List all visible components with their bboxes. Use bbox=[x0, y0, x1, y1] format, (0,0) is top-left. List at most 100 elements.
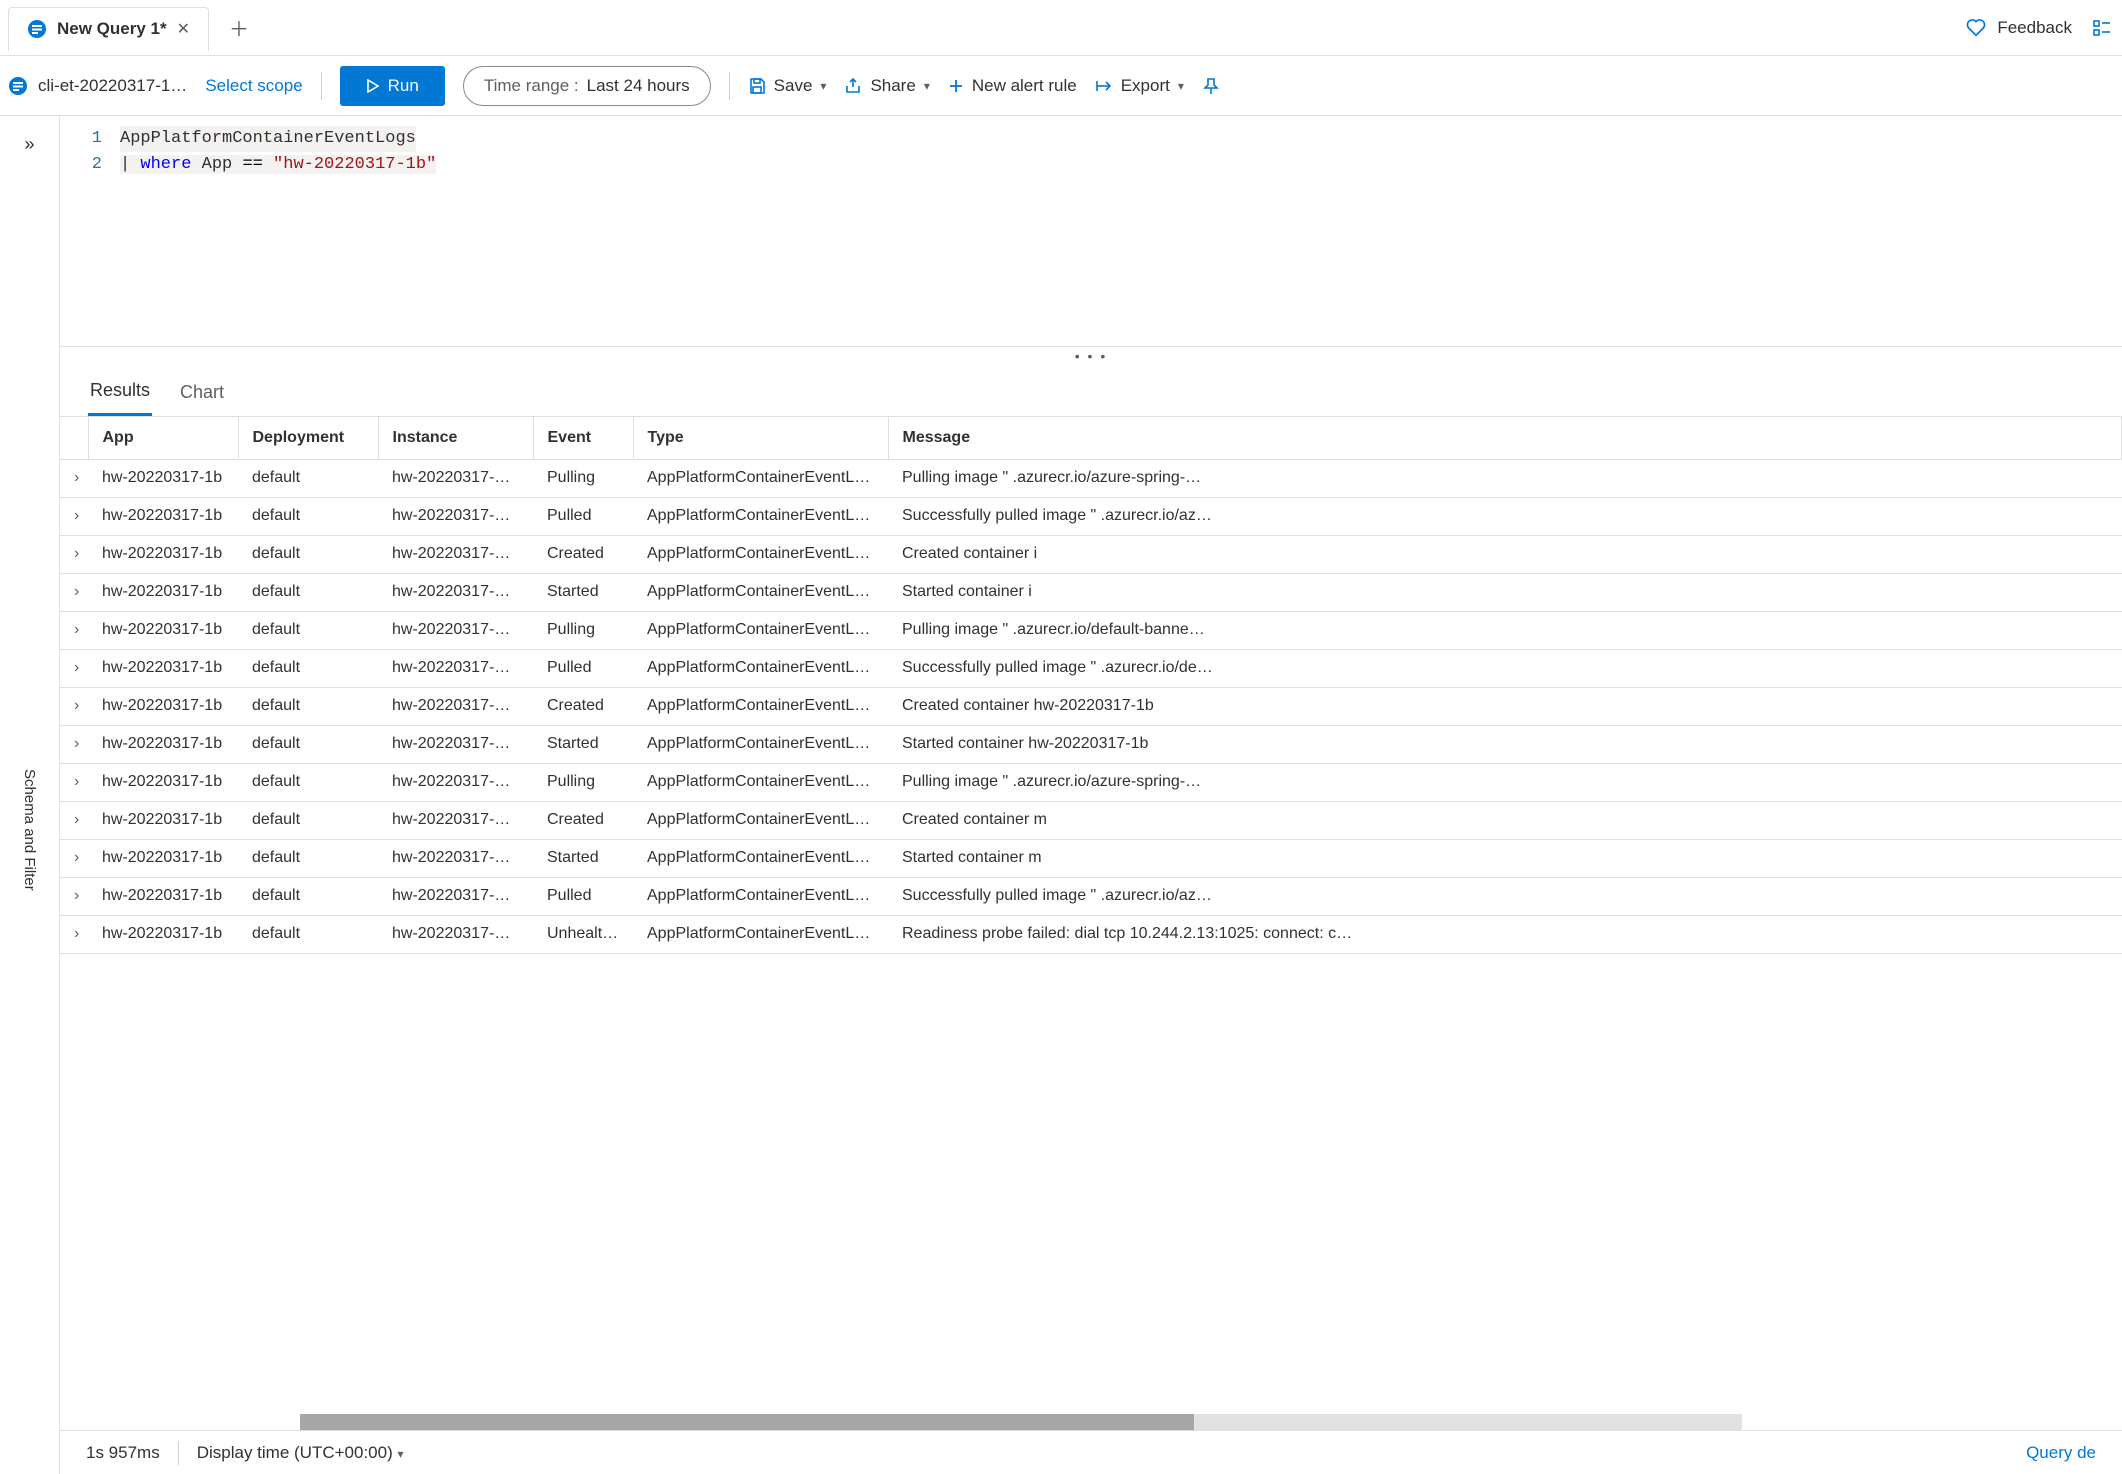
save-icon bbox=[748, 77, 766, 95]
table-row[interactable]: ›hw-20220317-1bdefaulthw-20220317-1…Crea… bbox=[60, 687, 2122, 725]
cell: AppPlatformContainerEventLogs bbox=[633, 459, 888, 497]
cell: hw-20220317-1b bbox=[88, 763, 238, 801]
expand-row-icon[interactable]: › bbox=[60, 687, 88, 725]
time-range-value: Last 24 hours bbox=[587, 76, 690, 96]
play-icon bbox=[366, 79, 380, 93]
horizontal-scrollbar[interactable] bbox=[60, 1414, 2122, 1430]
table-row[interactable]: ›hw-20220317-1bdefaulthw-20220317-1…Pull… bbox=[60, 649, 2122, 687]
table-row[interactable]: ›hw-20220317-1bdefaulthw-20220317-1…Crea… bbox=[60, 535, 2122, 573]
line-gutter: 1 2 bbox=[60, 126, 120, 346]
time-range-picker[interactable]: Time range : Last 24 hours bbox=[463, 66, 711, 106]
cell: Successfully pulled image " .azurecr.io/… bbox=[888, 649, 2122, 687]
cell: Successfully pulled image " .azurecr.io/… bbox=[888, 877, 2122, 915]
display-time-picker[interactable]: Display time (UTC+00:00) ▾ bbox=[197, 1443, 404, 1463]
col-header-app[interactable]: App bbox=[88, 417, 238, 459]
expand-row-icon[interactable]: › bbox=[60, 763, 88, 801]
table-row[interactable]: ›hw-20220317-1bdefaulthw-20220317-1…Crea… bbox=[60, 801, 2122, 839]
col-header-deployment[interactable]: Deployment bbox=[238, 417, 378, 459]
select-scope-link[interactable]: Select scope bbox=[205, 76, 302, 96]
export-button[interactable]: Export ▾ bbox=[1095, 76, 1184, 96]
cell: hw-20220317-1b bbox=[88, 611, 238, 649]
cell: hw-20220317-1… bbox=[378, 915, 533, 953]
pin-icon[interactable] bbox=[1202, 77, 1220, 95]
expand-row-icon[interactable]: › bbox=[60, 649, 88, 687]
cell: hw-20220317-1b bbox=[88, 725, 238, 763]
close-tab-icon[interactable]: ✕ bbox=[177, 19, 190, 39]
table-row[interactable]: ›hw-20220317-1bdefaulthw-20220317-1…Pull… bbox=[60, 763, 2122, 801]
table-row[interactable]: ›hw-20220317-1bdefaulthw-20220317-1…Pull… bbox=[60, 497, 2122, 535]
cell: AppPlatformContainerEventLogs bbox=[633, 725, 888, 763]
expand-row-icon[interactable]: › bbox=[60, 915, 88, 953]
cell: hw-20220317-1b bbox=[88, 573, 238, 611]
cell: Started container i bbox=[888, 573, 2122, 611]
result-tabs: Results Chart bbox=[60, 364, 2122, 417]
splitter-handle[interactable]: • • • bbox=[60, 346, 2122, 364]
table-row[interactable]: ›hw-20220317-1bdefaulthw-20220317-1…Unhe… bbox=[60, 915, 2122, 953]
share-label: Share bbox=[870, 76, 915, 96]
cell: Created container m bbox=[888, 801, 2122, 839]
cell: default bbox=[238, 915, 378, 953]
toolbar: cli-et-20220317-1… Select scope Run Time… bbox=[0, 56, 2122, 116]
plus-icon bbox=[948, 78, 964, 94]
cell: AppPlatformContainerEventLogs bbox=[633, 573, 888, 611]
cell: hw-20220317-1… bbox=[378, 573, 533, 611]
separator bbox=[178, 1441, 179, 1465]
logs-icon bbox=[8, 76, 28, 96]
expand-row-icon[interactable]: › bbox=[60, 573, 88, 611]
table-row[interactable]: ›hw-20220317-1bdefaulthw-20220317-1…Pull… bbox=[60, 611, 2122, 649]
cell: default bbox=[238, 535, 378, 573]
expand-row-icon[interactable]: › bbox=[60, 801, 88, 839]
code-area[interactable]: AppPlatformContainerEventLogs | where Ap… bbox=[120, 126, 2122, 346]
workspace-name: cli-et-20220317-1… bbox=[38, 76, 187, 96]
col-header-event[interactable]: Event bbox=[533, 417, 633, 459]
cell: Pulling image " .azurecr.io/azure-spring… bbox=[888, 459, 2122, 497]
cell: Pulling bbox=[533, 459, 633, 497]
cell: hw-20220317-1b bbox=[88, 459, 238, 497]
table-row[interactable]: ›hw-20220317-1bdefaulthw-20220317-1…Pull… bbox=[60, 459, 2122, 497]
col-header-message[interactable]: Message bbox=[888, 417, 2122, 459]
display-time-label: Display time (UTC+00:00) bbox=[197, 1443, 393, 1462]
cell: default bbox=[238, 687, 378, 725]
tab-results[interactable]: Results bbox=[88, 372, 152, 416]
cell: hw-20220317-1b bbox=[88, 839, 238, 877]
cell: Started bbox=[533, 573, 633, 611]
expand-row-icon[interactable]: › bbox=[60, 535, 88, 573]
table-row[interactable]: ›hw-20220317-1bdefaulthw-20220317-1…Star… bbox=[60, 839, 2122, 877]
results-grid[interactable]: App Deployment Instance Event Type Messa… bbox=[60, 417, 2122, 1414]
workspace-picker[interactable]: cli-et-20220317-1… bbox=[8, 76, 187, 96]
col-header-type[interactable]: Type bbox=[633, 417, 888, 459]
expand-row-icon[interactable]: › bbox=[60, 459, 88, 497]
logs-icon bbox=[27, 19, 47, 39]
query-details-link[interactable]: Query de bbox=[2026, 1443, 2096, 1463]
cell: default bbox=[238, 459, 378, 497]
new-tab-button[interactable]: ＋ bbox=[223, 7, 255, 48]
status-bar: 1s 957ms Display time (UTC+00:00) ▾ Quer… bbox=[60, 1430, 2122, 1474]
share-button[interactable]: Share ▾ bbox=[844, 76, 929, 96]
run-button[interactable]: Run bbox=[340, 66, 445, 106]
cell: default bbox=[238, 801, 378, 839]
expand-row-icon[interactable]: › bbox=[60, 839, 88, 877]
save-button[interactable]: Save ▾ bbox=[748, 76, 827, 96]
col-header-instance[interactable]: Instance bbox=[378, 417, 533, 459]
cell: AppPlatformContainerEventLogs bbox=[633, 915, 888, 953]
cell: AppPlatformContainerEventLogs bbox=[633, 839, 888, 877]
expand-rail-icon[interactable]: » bbox=[24, 134, 34, 155]
cell: default bbox=[238, 497, 378, 535]
expand-row-icon[interactable]: › bbox=[60, 611, 88, 649]
schema-filter-label[interactable]: Schema and Filter bbox=[21, 769, 38, 891]
table-row[interactable]: ›hw-20220317-1bdefaulthw-20220317-1…Star… bbox=[60, 573, 2122, 611]
expand-row-icon[interactable]: › bbox=[60, 725, 88, 763]
query-tab[interactable]: New Query 1* ✕ bbox=[8, 7, 209, 51]
queries-panel-icon[interactable] bbox=[2092, 18, 2112, 38]
expand-row-icon[interactable]: › bbox=[60, 877, 88, 915]
cell: hw-20220317-1… bbox=[378, 611, 533, 649]
cell: default bbox=[238, 649, 378, 687]
cell: AppPlatformContainerEventLogs bbox=[633, 649, 888, 687]
table-row[interactable]: ›hw-20220317-1bdefaulthw-20220317-1…Star… bbox=[60, 725, 2122, 763]
query-editor[interactable]: 1 2 AppPlatformContainerEventLogs | wher… bbox=[60, 116, 2122, 346]
table-row[interactable]: ›hw-20220317-1bdefaulthw-20220317-1…Pull… bbox=[60, 877, 2122, 915]
expand-row-icon[interactable]: › bbox=[60, 497, 88, 535]
new-alert-button[interactable]: New alert rule bbox=[948, 76, 1077, 96]
feedback-button[interactable]: Feedback bbox=[1965, 17, 2072, 39]
tab-chart[interactable]: Chart bbox=[178, 374, 226, 415]
